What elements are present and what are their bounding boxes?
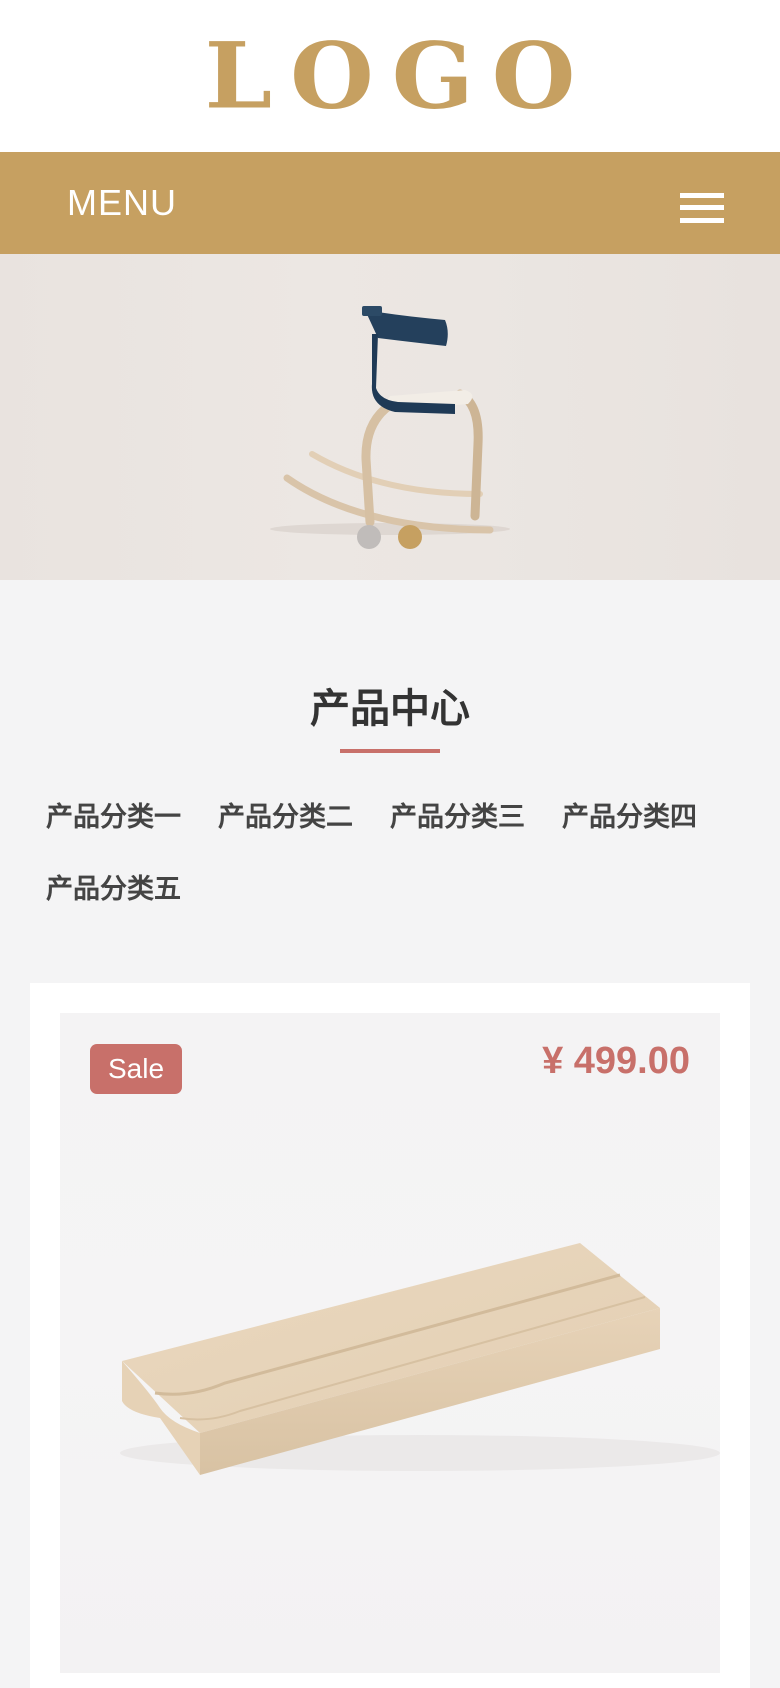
rocking-chair-image: [270, 306, 510, 535]
category-tab-3[interactable]: 产品分类三: [390, 795, 525, 834]
sale-badge: Sale: [90, 1044, 182, 1094]
hamburger-menu-icon[interactable]: [680, 193, 724, 223]
product-price: ¥ 499.00: [542, 1040, 690, 1082]
section-title: 产品中心: [310, 686, 470, 732]
category-tab-2[interactable]: 产品分类二: [218, 795, 353, 834]
carousel-dot-1[interactable]: [357, 525, 381, 549]
title-underline: [340, 749, 440, 753]
site-logo[interactable]: LOGO: [187, 30, 594, 121]
category-tab-4[interactable]: 产品分类四: [562, 795, 697, 834]
nav-menu-bar[interactable]: MENU: [0, 152, 780, 254]
category-tab-5[interactable]: 产品分类五: [46, 867, 181, 906]
category-tab-1[interactable]: 产品分类一: [46, 795, 181, 834]
product-image[interactable]: [60, 1013, 720, 1673]
logo-header: LOGO: [0, 0, 780, 152]
hero-banner-carousel[interactable]: [0, 254, 780, 580]
wooden-tray-image: [120, 1243, 720, 1475]
carousel-dot-2-active[interactable]: [398, 525, 422, 549]
menu-label[interactable]: MENU: [67, 182, 177, 224]
